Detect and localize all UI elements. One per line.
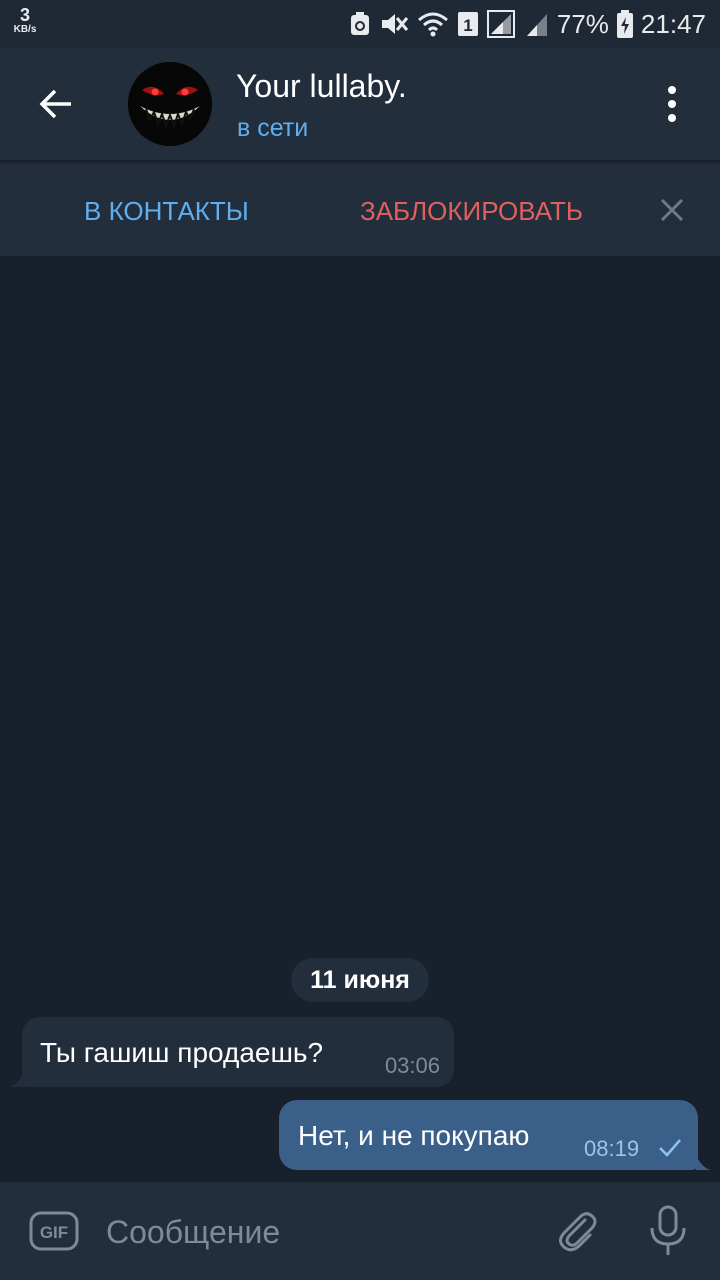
gif-label: GIF [40, 1223, 68, 1242]
message-time: 08:19 [584, 1136, 640, 1161]
date-separator: 11 июня [291, 958, 429, 1002]
avatar[interactable] [128, 62, 212, 146]
wifi-icon [417, 12, 448, 37]
message-text: Ты гашиш продаешь? [40, 1037, 324, 1068]
menu-dot [668, 114, 676, 122]
network-speed-value: 3 [19, 5, 30, 25]
battery-percent: 77% [556, 8, 609, 39]
menu-dot [668, 86, 676, 94]
network-speed-unit: KB/s [13, 24, 37, 35]
gif-icon: GIF [29, 1211, 79, 1251]
microphone-icon [650, 1205, 686, 1255]
more-vertical-icon[interactable] [654, 82, 690, 126]
arrow-left-icon [39, 89, 71, 119]
microphone-button[interactable] [644, 1204, 692, 1258]
battery-charging-icon [616, 10, 633, 38]
incoming-message[interactable]: Ты гашиш продаешь? 03:06 [10, 1017, 454, 1087]
contact-name[interactable]: Your lullaby. [236, 68, 407, 105]
avatar-image [128, 62, 212, 146]
add-contact-button[interactable]: В КОНТАКТЫ [84, 196, 249, 227]
composer-bar: GIF [0, 1182, 720, 1280]
status-icons: 1 77% 21:47 [349, 8, 706, 40]
block-user-button[interactable]: ЗАБЛОКИРОВАТЬ [360, 196, 583, 227]
online-status: в сети [237, 114, 309, 142]
chat-header: Your lullaby. в сети [0, 48, 720, 160]
attach-button[interactable] [552, 1206, 602, 1256]
signal-2-icon [526, 14, 547, 36]
close-glyph [660, 198, 684, 222]
network-speed: 3 KB/s [8, 6, 42, 35]
message-list[interactable]: 11 июня Ты гашиш продаешь? 03:06 Нет, и … [0, 256, 720, 1182]
menu-dot [668, 100, 676, 108]
message-input[interactable] [104, 1208, 528, 1256]
bubble-tail [10, 1071, 24, 1087]
recycle-icon [350, 12, 369, 35]
status-bar: 3 KB/s 1 77% 21:47 [0, 0, 720, 48]
paperclip-icon [559, 1212, 597, 1252]
mute-icon [381, 14, 409, 34]
outgoing-message[interactable]: Нет, и не покупаю 08:19 [279, 1100, 710, 1170]
clock: 21:47 [640, 8, 706, 39]
signal-icon [486, 10, 515, 38]
back-button[interactable] [30, 82, 82, 126]
sim-number: 1 [463, 16, 472, 35]
message-text: Нет, и не покупаю [298, 1120, 530, 1151]
bubble-tail [696, 1154, 710, 1170]
contact-action-bar: В КОНТАКТЫ ЗАБЛОКИРОВАТЬ [0, 162, 720, 258]
gif-button[interactable]: GIF [29, 1211, 79, 1251]
close-icon[interactable] [658, 196, 686, 224]
check-icon [659, 1139, 681, 1157]
message-time: 03:06 [384, 1053, 440, 1078]
sim-icon: 1 [457, 12, 478, 36]
